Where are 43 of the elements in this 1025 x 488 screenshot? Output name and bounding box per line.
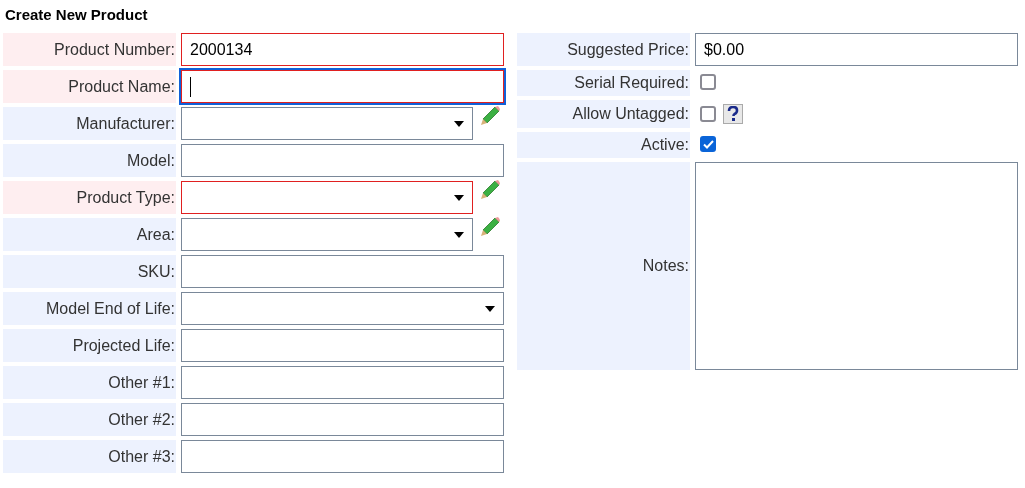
field-label: Model End of Life: bbox=[3, 292, 176, 325]
pencil-icon[interactable] bbox=[479, 216, 501, 238]
input-field[interactable] bbox=[181, 366, 504, 399]
input-field[interactable] bbox=[181, 440, 504, 473]
field-label: Manufacturer: bbox=[3, 107, 176, 140]
input-field[interactable]: $0.00 bbox=[695, 33, 1018, 66]
field-label: Product Type: bbox=[3, 181, 176, 214]
field-label: Product Number: bbox=[3, 33, 176, 66]
input-field[interactable] bbox=[181, 329, 504, 362]
checkbox[interactable] bbox=[700, 74, 716, 90]
dropdown[interactable] bbox=[181, 292, 504, 325]
pencil-icon[interactable] bbox=[479, 105, 501, 127]
dropdown-arrow-icon bbox=[454, 231, 464, 238]
checkbox[interactable] bbox=[700, 136, 716, 152]
field-label: Notes: bbox=[517, 162, 690, 370]
help-icon[interactable] bbox=[723, 104, 743, 124]
input-field[interactable] bbox=[181, 144, 504, 177]
field-label: Allow Untagged: bbox=[517, 100, 690, 128]
field-label: Area: bbox=[3, 218, 176, 251]
input-field[interactable]: 2000134 bbox=[181, 33, 504, 66]
input-field[interactable] bbox=[181, 403, 504, 436]
field-label: Other #3: bbox=[3, 440, 176, 473]
pencil-icon[interactable] bbox=[479, 179, 501, 201]
field-label: Active: bbox=[517, 132, 690, 158]
input-field[interactable] bbox=[181, 70, 504, 103]
checkbox[interactable] bbox=[700, 106, 716, 122]
dropdown-arrow-icon bbox=[454, 120, 464, 127]
field-label: SKU: bbox=[3, 255, 176, 288]
input-field[interactable] bbox=[181, 255, 504, 288]
field-label: Model: bbox=[3, 144, 176, 177]
dropdown[interactable] bbox=[181, 181, 473, 214]
dropdown[interactable] bbox=[181, 107, 473, 140]
dropdown-arrow-icon bbox=[454, 194, 464, 201]
field-label: Product Name: bbox=[3, 70, 176, 103]
dropdown-arrow-icon bbox=[485, 305, 495, 312]
field-label: Suggested Price: bbox=[517, 33, 690, 66]
field-label: Other #2: bbox=[3, 403, 176, 436]
field-label: Serial Required: bbox=[517, 70, 690, 96]
page-title: Create New Product bbox=[4, 6, 149, 25]
field-label: Projected Life: bbox=[3, 329, 176, 362]
notes-field[interactable] bbox=[695, 162, 1018, 370]
field-label: Other #1: bbox=[3, 366, 176, 399]
dropdown[interactable] bbox=[181, 218, 473, 251]
